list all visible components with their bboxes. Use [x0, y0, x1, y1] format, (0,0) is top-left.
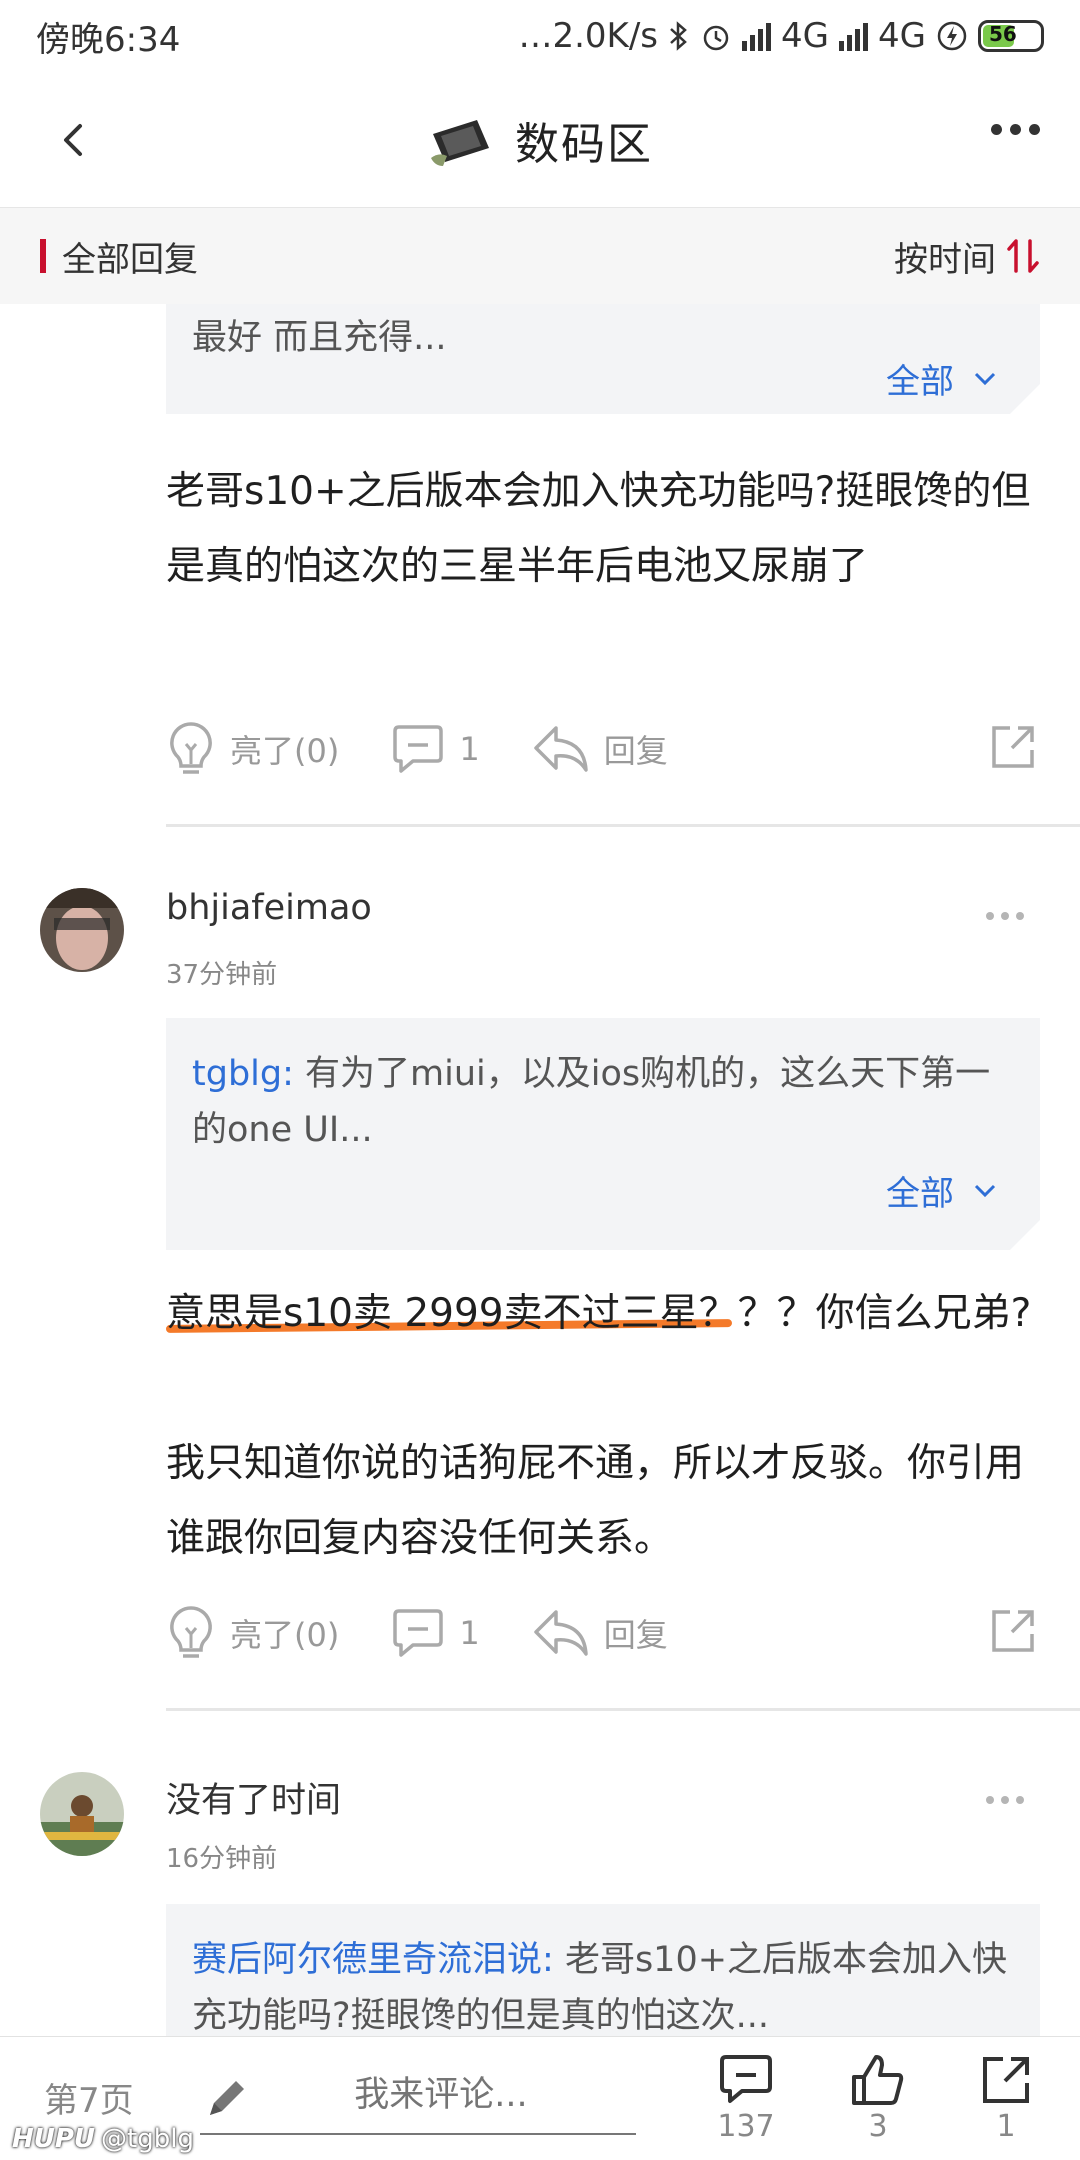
- share-icon[interactable]: [988, 1606, 1038, 1656]
- charging-icon: [937, 21, 967, 51]
- filter-accent-mark: [40, 239, 46, 273]
- like-button[interactable]: 亮了(0): [166, 720, 339, 778]
- chevron-down-icon: [974, 1184, 996, 1197]
- share-icon: [983, 2057, 1029, 2103]
- comment-input-wrapper: [200, 2057, 636, 2135]
- share-button[interactable]: 1: [966, 2053, 1046, 2144]
- reply-list: 最好 而且充得... 全部 老哥s10+之后版本会加入快充功能吗?挺眼馋的但是真…: [0, 304, 1080, 2036]
- avatar[interactable]: [40, 888, 124, 972]
- comments-button[interactable]: 137: [706, 2053, 786, 2144]
- comment-total: 137: [717, 2109, 775, 2144]
- comment-button[interactable]: 1: [391, 1607, 480, 1659]
- page-title: 数码区: [515, 118, 653, 170]
- expand-quote-button[interactable]: 全部: [886, 1166, 996, 1215]
- chevron-down-icon: [974, 372, 996, 385]
- post-more-button[interactable]: [986, 1796, 1024, 1804]
- bluetooth-icon: [670, 21, 687, 51]
- network-speed: …2.0K/s: [518, 16, 659, 56]
- all-replies-filter[interactable]: 全部回复: [62, 232, 198, 281]
- lightbulb-icon: [170, 1606, 212, 1658]
- quoted-reply[interactable]: tgblg: 有为了miui，以及ios购机的，这么天下第一的one UI...…: [166, 1018, 1040, 1250]
- post-divider: [166, 824, 1080, 827]
- page-indicator[interactable]: 第7页: [44, 2073, 134, 2122]
- sort-by-time-button[interactable]: 按时间: [894, 232, 1040, 281]
- user-avatar-image: [40, 1772, 124, 1856]
- expand-quote-label: 全部: [886, 1174, 954, 1214]
- status-indicators: …2.0K/s 4G 4G 56: [518, 16, 1044, 56]
- battery-level: 56: [989, 22, 1017, 46]
- status-time: 傍晚6:34: [36, 19, 181, 60]
- reply-arrow-icon: [533, 1610, 588, 1656]
- comment-button[interactable]: 1: [391, 723, 480, 775]
- like-label: 亮了(0): [230, 732, 340, 770]
- watermark: HUPU @tgblg: [12, 2124, 194, 2154]
- reply-content: 老哥s10+之后版本会加入快充功能吗?挺眼馋的但是真的怕这次的三星半年后电池又尿…: [166, 469, 1031, 589]
- back-button[interactable]: [50, 116, 98, 164]
- more-options-button[interactable]: [991, 124, 1040, 135]
- username[interactable]: 没有了时间: [166, 1772, 341, 1823]
- reply-label: 回复: [603, 1616, 668, 1654]
- post-time: 16分钟前: [166, 1844, 278, 1874]
- signal-icon-2: [839, 21, 869, 51]
- comment-count: 1: [459, 1614, 480, 1652]
- lightbulb-icon: [170, 722, 212, 774]
- username[interactable]: bhjiafeimao: [166, 888, 372, 928]
- share-icon[interactable]: [988, 722, 1038, 772]
- battery-icon: 56: [978, 20, 1044, 52]
- top-navigation-bar: 数码区: [0, 72, 1080, 208]
- status-bar: 傍晚6:34 …2.0K/s 4G 4G 56: [0, 0, 1080, 72]
- quote-author[interactable]: 赛后阿尔德里奇流泪说:: [192, 1940, 554, 1980]
- alarm-icon: [703, 25, 729, 51]
- share-total: 1: [996, 2109, 1016, 2144]
- reply-arrow-icon: [533, 726, 588, 772]
- watermark-handle: @tgblg: [101, 2124, 194, 2154]
- quoted-reply[interactable]: 最好 而且充得... 全部: [166, 304, 1040, 414]
- post-actions: 亮了(0) 1 回复: [166, 714, 1040, 784]
- comment-input[interactable]: [200, 2057, 636, 2133]
- thumbs-up-button[interactable]: 3: [838, 2053, 918, 2144]
- reply-content: 意思是s10卖 2999卖不过三星？？？你信么兄弟?: [166, 1291, 1032, 1336]
- network-type-1: 4G: [781, 16, 830, 56]
- thumbs-up-icon: [852, 2055, 904, 2105]
- comment-count: 1: [459, 730, 480, 768]
- sort-toggle-icon: [1007, 239, 1039, 273]
- like-label: 亮了(0): [230, 1616, 340, 1654]
- post-actions: 亮了(0) 1 回复: [166, 1598, 1040, 1668]
- quote-text: 赛后阿尔德里奇流泪说: 老哥s10+之后版本会加入快充功能吗?挺眼馋的但是真的怕…: [192, 1932, 1014, 2036]
- expand-quote-button[interactable]: 全部: [886, 354, 996, 403]
- quote-author[interactable]: tgblg:: [192, 1054, 294, 1094]
- reply-button[interactable]: 回复: [532, 1606, 668, 1660]
- watermark-brand: HUPU: [12, 2124, 96, 2154]
- reply-button[interactable]: 回复: [532, 722, 668, 776]
- filter-bar: 全部回复 按时间: [0, 208, 1080, 304]
- sort-label: 按时间: [894, 239, 996, 280]
- network-type-2: 4G: [878, 16, 926, 56]
- quoted-reply[interactable]: 赛后阿尔德里奇流泪说: 老哥s10+之后版本会加入快充功能吗?挺眼馋的但是真的怕…: [166, 1904, 1040, 2036]
- forum-logo-icon: [431, 119, 489, 166]
- post-more-button[interactable]: [986, 912, 1024, 920]
- user-avatar-image: [40, 888, 124, 972]
- like-total: 3: [868, 2109, 888, 2144]
- like-button[interactable]: 亮了(0): [166, 1604, 339, 1662]
- expand-quote-label: 全部: [886, 362, 954, 402]
- post-time: 37分钟前: [166, 960, 278, 990]
- quote-body: 有为了miui，以及ios购机的，这么天下第一的one UI...: [192, 1054, 991, 1150]
- post-divider: [166, 1708, 1080, 1711]
- signal-icon: [742, 21, 772, 51]
- reply-content-continued: 我只知道你说的话狗屁不通，所以才反驳。你引用谁跟你回复内容没任何关系。: [166, 1441, 1025, 1561]
- comment-icon: [393, 1609, 444, 1657]
- quote-text: tgblg: 有为了miui，以及ios购机的，这么天下第一的one UI...: [192, 1046, 1014, 1158]
- avatar[interactable]: [40, 1772, 124, 1856]
- reply-label: 回复: [603, 732, 668, 770]
- comment-icon: [720, 2055, 772, 2103]
- comment-icon: [393, 725, 444, 773]
